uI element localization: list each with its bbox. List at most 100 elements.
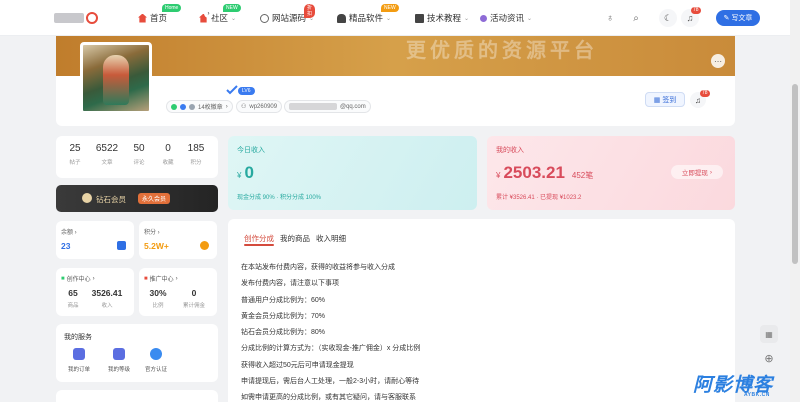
list-item: 申请提现后，需后台人工处理，一般2-3小时，请耐心等待 xyxy=(241,378,420,386)
calendar-icon: ▦ xyxy=(653,96,661,104)
service-level[interactable]: 我的等级 xyxy=(99,348,139,373)
today-income-card: 今日收入 ¥ 0 现金分成 90% · 积分分成 100% xyxy=(228,136,477,210)
withdraw-button[interactable]: 立即提现 › xyxy=(671,165,723,179)
stats-card: 25 帖子 6522 文章 50 评论 0 收藏 185 积分 xyxy=(56,136,218,178)
service-verify[interactable]: 官方认证 xyxy=(136,348,176,373)
level-badge: LV6 xyxy=(238,87,255,95)
list-item: 分成比例的计算方式为：（实收现金-推广佣金）x 分成比例 xyxy=(241,345,421,353)
nav-tag: NEW xyxy=(223,4,241,12)
top-nav: 首页 Home 社区 ⌄ NEW 网站源码 ⌄ 折扣 精品软件 ⌄ NEW 技术… xyxy=(0,0,790,36)
promo-icon: ■ xyxy=(144,275,148,282)
chevron-right-icon[interactable]: › xyxy=(204,9,213,18)
scrollbar-thumb[interactable] xyxy=(792,84,798,264)
rules-list: 在本站发布付费内容，获得的收益将参与收入分成 发布付费内容，请注意以下事项 普通… xyxy=(241,263,420,402)
verify-icon xyxy=(150,348,162,360)
notif-badge: 78 xyxy=(700,90,710,97)
bell-icon: ♫ xyxy=(695,95,701,105)
moon-icon: ☾ xyxy=(659,9,677,27)
today-income-value: 0 xyxy=(244,163,254,182)
nav-item-source-code[interactable]: 网站源码 ⌄ 折扣 xyxy=(260,4,316,25)
settings-card xyxy=(56,390,218,402)
nav-item-tutorial[interactable]: 技术教程 ⌄ xyxy=(415,11,469,25)
tab-revenue-share[interactable]: 创作分成 xyxy=(244,233,274,244)
badge-icon xyxy=(189,103,195,110)
avatar[interactable] xyxy=(80,42,152,114)
points-card[interactable]: 积分 › 5.2W+ xyxy=(139,221,217,259)
list-item: 在本站发布付费内容，获得的收益将参与收入分成 xyxy=(241,264,395,271)
watermark-logo: 阿影博客 AYBK.CN xyxy=(693,375,774,398)
chevron-right-icon: › xyxy=(225,103,228,110)
promo-center-card[interactable]: ■ 推广中心 › 30% 比例 0 累计佣金 xyxy=(139,268,217,316)
add-button[interactable]: ⊕ xyxy=(760,349,778,367)
badges-chip[interactable]: 14枚徽章 › xyxy=(166,100,233,113)
chevron-down-icon: ⌄ xyxy=(527,15,533,22)
plus-circle-icon: ⊕ xyxy=(764,352,774,365)
list-item: 如需申请更高的分成比例，或有其它疑问，请与客服联系 xyxy=(241,394,416,402)
profile-card: 更优质的资源平台 ⋯ xyxy=(56,36,735,126)
pen-icon: ✎ xyxy=(723,15,730,22)
qrcode-button[interactable]: ▦ xyxy=(760,325,778,343)
list-item: 黄金会员分成比例为：70% xyxy=(241,312,326,320)
chevron-down-icon: ⌄ xyxy=(231,15,237,22)
user-icon: ⚇ xyxy=(241,104,247,110)
tab-my-products[interactable]: 我的商品 xyxy=(280,233,310,244)
orders-icon xyxy=(73,348,85,360)
nav-item-events[interactable]: 活动资讯 ⌄ xyxy=(480,11,532,25)
email-chip: @qq.com xyxy=(284,100,371,113)
creator-icon: ■ xyxy=(61,275,65,282)
list-item: 发布付费内容，请注意以下事项 xyxy=(241,280,339,288)
sign-in-button[interactable]: ▦ 签到 xyxy=(645,92,685,107)
income-count: 452笔 xyxy=(571,171,594,180)
main-content-card: 创作分成 我的商品 收入明细 在本站发布付费内容，获得的收益将参与收入分成 发布… xyxy=(228,219,735,402)
profile-banner: 更优质的资源平台 xyxy=(56,36,735,76)
vip-bar[interactable]: 钻石会员 永久会员 xyxy=(56,185,218,212)
more-icon[interactable]: ⋯ xyxy=(711,54,725,68)
search-icon: ⌕ xyxy=(633,12,639,24)
badge-icon xyxy=(180,103,186,110)
list-item: 钻石会员分成比例为：80% xyxy=(241,329,326,337)
level-icon xyxy=(113,348,125,360)
list-item: 普通用户分成比例为：60% xyxy=(241,296,326,304)
site-logo[interactable] xyxy=(54,10,100,26)
chevron-right-icon: › xyxy=(709,168,713,176)
services-card: 我的服务 我的订单 我的等级 官方认证 xyxy=(56,324,218,382)
android-icon xyxy=(337,13,346,23)
chevron-down-icon: ⌄ xyxy=(386,15,392,22)
home-icon xyxy=(138,13,147,23)
notif-badge: 78 xyxy=(691,7,701,14)
nav-item-home[interactable]: 首页 Home xyxy=(138,4,182,25)
service-orders[interactable]: 我的订单 xyxy=(59,348,99,373)
search-button[interactable]: ⌕ xyxy=(627,9,645,27)
user-id-chip: ⚇ wp260909 xyxy=(236,100,283,113)
qrcode-icon: ▦ xyxy=(765,329,773,339)
balance-value: 23 xyxy=(61,241,71,251)
theme-tip-button[interactable]: ♁ xyxy=(601,9,619,27)
badge-icon xyxy=(171,103,177,110)
profile-bell-button[interactable]: ♫ 78 xyxy=(690,90,710,108)
event-icon xyxy=(480,14,487,22)
dark-mode-button[interactable]: ☾ xyxy=(659,9,677,27)
wallet-icon xyxy=(117,241,126,250)
my-income-card: 我的收入 ¥ 2503.21 452笔 累计 ¥3526.41 · 已提现 ¥1… xyxy=(487,136,735,210)
creator-center-card[interactable]: ■ 创作中心 › 65 商品 3526.41 收入 xyxy=(56,268,134,316)
notifications-button[interactable]: ♫ 78 xyxy=(681,7,701,27)
book-icon xyxy=(415,13,424,23)
nav-tag: 折扣 xyxy=(304,4,316,18)
stat-points[interactable]: 185 积分 xyxy=(180,143,212,166)
verified-icon xyxy=(226,85,238,95)
tab-indicator xyxy=(244,244,274,246)
stat-comments[interactable]: 50 评论 xyxy=(123,143,155,166)
list-item: 获得收入超过50元后可申请现金提现 xyxy=(241,361,354,369)
coin-icon xyxy=(200,241,209,250)
points-value: 5.2W+ xyxy=(144,241,169,251)
globe-icon xyxy=(260,13,269,23)
write-article-button[interactable]: ✎ 写文章 xyxy=(716,10,760,26)
stat-posts[interactable]: 25 帖子 xyxy=(59,143,91,166)
nav-tag: NEW xyxy=(381,4,399,12)
lightbulb-icon: ♁ xyxy=(606,12,614,24)
stat-articles[interactable]: 6522 文章 xyxy=(91,143,123,166)
nav-item-software[interactable]: 精品软件 ⌄ NEW xyxy=(337,4,399,25)
diamond-icon xyxy=(82,193,92,203)
balance-card[interactable]: 余额 › 23 xyxy=(56,221,134,259)
tab-income-detail[interactable]: 收入明细 xyxy=(316,233,346,244)
